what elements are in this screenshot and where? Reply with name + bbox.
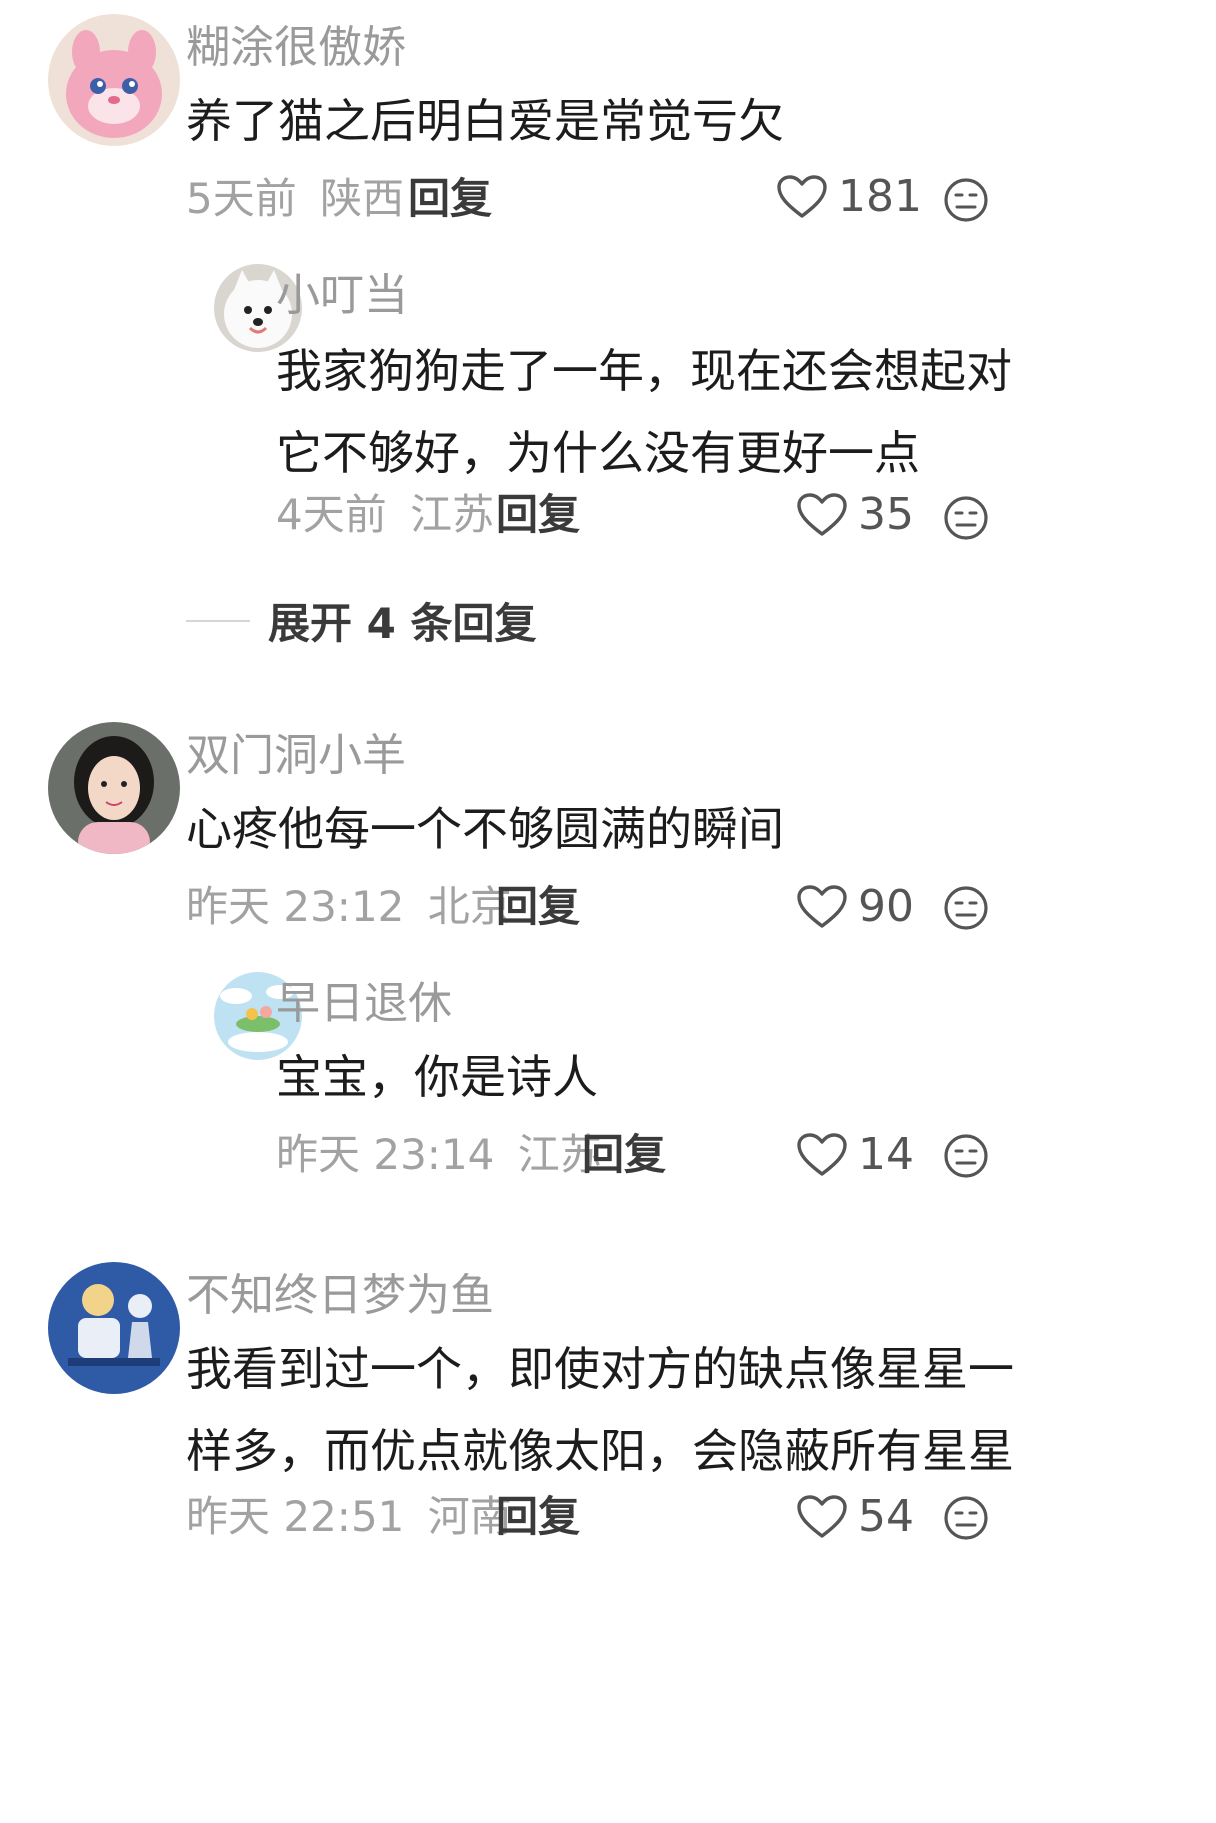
heart-outline-icon	[797, 1133, 847, 1176]
like-count: 14	[858, 1129, 914, 1180]
like-count: 90	[858, 881, 914, 932]
avatar[interactable]	[48, 14, 180, 146]
comment-text-line: 我看到过一个，即使对方的缺点像星星一	[186, 1342, 1014, 1396]
reply-username[interactable]: 早日退休	[276, 982, 452, 1026]
blue-art-avatar-icon	[48, 1262, 180, 1394]
neutral-face-icon[interactable]	[942, 1494, 990, 1542]
neutral-face-icon[interactable]	[942, 1132, 990, 1180]
avatar[interactable]	[48, 1262, 180, 1394]
reply-meta: 昨天 23:14 江苏	[276, 1134, 602, 1176]
comment-username[interactable]: 不知终日梦为鱼	[186, 1274, 494, 1318]
like-button[interactable]: 35	[796, 492, 914, 538]
expand-replies-label: 展开 4 条回复	[268, 599, 537, 648]
comment-text: 我看到过一个，即使对方的缺点像星星一 样多，而优点就像太阳，会隐蔽所有星星	[186, 1328, 1014, 1492]
like-button[interactable]: 90	[796, 884, 914, 930]
pink-cat-plush-avatar-icon	[48, 14, 180, 146]
reply-text-line: 它不够好，为什么没有更好一点	[276, 426, 920, 480]
reply-button[interactable]: 回复	[496, 886, 580, 928]
comment-location: 陕西	[320, 174, 405, 223]
reply-text-line: 我家狗狗走了一年，现在还会想起对	[276, 344, 1012, 398]
reply-text: 宝宝，你是诗人	[276, 1036, 598, 1118]
neutral-face-icon[interactable]	[942, 494, 990, 542]
reply-time: 昨天 23:14	[276, 1130, 495, 1179]
heart-outline-icon	[797, 885, 847, 928]
reply-button[interactable]: 回复	[408, 178, 492, 220]
like-count: 35	[858, 489, 914, 540]
comment-text-line: 心疼他每一个不够圆满的瞬间	[186, 802, 784, 856]
comment-username[interactable]: 糊涂很傲娇	[186, 26, 406, 70]
reply-text-line: 宝宝，你是诗人	[276, 1050, 598, 1104]
reply-button[interactable]: 回复	[496, 494, 580, 536]
comment-text: 心疼他每一个不够圆满的瞬间	[186, 788, 784, 870]
comment-text-line: 样多，而优点就像太阳，会隐蔽所有星星	[186, 1424, 1014, 1478]
neutral-face-icon[interactable]	[942, 884, 990, 932]
comment-meta: 5天前 陕西	[186, 178, 404, 220]
heart-outline-icon	[797, 493, 847, 536]
like-count: 181	[838, 171, 922, 222]
like-count: 54	[858, 1491, 914, 1542]
girl-portrait-avatar-icon	[48, 722, 180, 854]
reply-username[interactable]: 小叮当	[276, 274, 408, 318]
heart-outline-icon	[797, 1495, 847, 1538]
comment-meta: 昨天 23:12 北京	[186, 886, 512, 928]
divider-line	[186, 619, 250, 622]
like-button[interactable]: 14	[796, 1132, 914, 1178]
reply-time: 4天前	[276, 490, 387, 539]
reply-meta: 4天前 江苏	[276, 494, 494, 536]
like-button[interactable]: 54	[796, 1494, 914, 1540]
comment-meta: 昨天 22:51 河南	[186, 1496, 512, 1538]
reply-location: 江苏	[410, 490, 495, 539]
comment-text-line: 养了猫之后明白爱是常觉亏欠	[186, 94, 784, 148]
comment-time: 昨天 23:12	[186, 882, 405, 931]
comment-time: 昨天 22:51	[186, 1492, 405, 1541]
comment-text: 养了猫之后明白爱是常觉亏欠	[186, 80, 784, 162]
reply-text: 我家狗狗走了一年，现在还会想起对 它不够好，为什么没有更好一点	[276, 330, 1012, 494]
heart-outline-icon	[777, 175, 827, 218]
reply-button[interactable]: 回复	[582, 1134, 666, 1176]
expand-replies[interactable]: 展开 4 条回复	[186, 590, 536, 651]
comment-time: 5天前	[186, 174, 297, 223]
reply-button[interactable]: 回复	[496, 1496, 580, 1538]
like-button[interactable]: 181	[776, 174, 922, 220]
comment-username[interactable]: 双门洞小羊	[186, 734, 406, 778]
avatar[interactable]	[48, 722, 180, 854]
neutral-face-icon[interactable]	[942, 176, 990, 224]
